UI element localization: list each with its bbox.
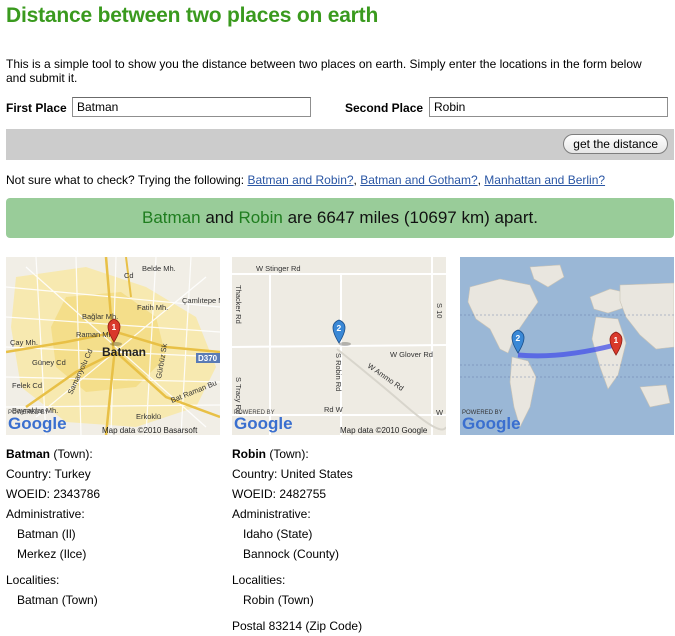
map3-marker-1-label: 1 <box>614 335 619 345</box>
map1-city-label: Batman <box>102 345 146 359</box>
map2-street-thacker: Thacker Rd <box>234 285 243 324</box>
map3-marker-2-label: 2 <box>516 333 521 343</box>
map2-attribution: Map data ©2010 Google <box>340 426 428 435</box>
map2-street-robin: S Robin Rd <box>334 353 343 391</box>
map2-google-logo[interactable]: Google <box>234 414 293 433</box>
submit-bar: get the distance <box>6 129 674 160</box>
result-place-b: Robin <box>238 208 283 227</box>
first-place-label: First Place <box>6 101 67 115</box>
map1-street-cay: Çay Mh. <box>10 338 38 347</box>
second-place-label: Second Place <box>345 101 424 115</box>
place1-admin-label: Administrative: <box>6 507 85 521</box>
map1-google-logo[interactable]: Google <box>8 414 67 433</box>
map2-street-glover: W Glover Rd <box>390 350 433 359</box>
get-distance-button[interactable]: get the distance <box>563 134 668 154</box>
map1-street-belde: Belde Mh. <box>142 264 176 273</box>
map3-google-logo[interactable]: Google <box>462 414 521 433</box>
second-place-input[interactable] <box>429 97 668 117</box>
map1-street-guney: Güney Cd <box>32 358 66 367</box>
map2-street-tracy: S Tracy Rd <box>234 377 243 414</box>
place1-woeid: WOEID: 2343786 <box>6 487 101 501</box>
map-robin[interactable]: W Stinger Rd Thacker Rd W Glover Rd S Ro… <box>232 257 446 435</box>
suggestions-prefix: Not sure what to check? Trying the follo… <box>6 173 245 187</box>
place1-type: (Town): <box>53 447 93 461</box>
place1-admin-item: Merkez (Ilce) <box>17 547 87 561</box>
map2-street-w: W <box>436 408 444 417</box>
first-place-input[interactable] <box>72 97 311 117</box>
suggestion-link-manhattan-berlin[interactable]: Manhattan and Berlin? <box>484 173 605 187</box>
result-place-a: Batman <box>142 208 201 227</box>
intro-text: This is a simple tool to show you the di… <box>6 57 642 85</box>
place2-admin-item: Bannock (County) <box>243 547 340 561</box>
map1-street-fatih: Fatih Mh. <box>137 303 168 312</box>
map2-street-rdw: Rd W <box>324 405 344 414</box>
place1-admin-item: Batman (Il) <box>17 527 76 541</box>
map-world[interactable]: 2 1 POWERED BY Google <box>460 257 674 435</box>
place2-info: Robin (Town): Country: United States WOE… <box>232 444 362 636</box>
place2-admin-item: Idaho (State) <box>243 527 313 541</box>
place2-type: (Town): <box>269 447 309 461</box>
place2-localities-label: Localities: <box>232 573 286 587</box>
result-banner: Batman and Robin are 6647 miles (10697 k… <box>6 198 674 238</box>
place1-country: Country: Turkey <box>6 467 91 481</box>
map-batman[interactable]: D370 Belde Mh. Bağlar Mh. Fatih Mh. Çaml… <box>6 257 220 435</box>
map1-street-felek: Felek Cd <box>12 381 42 390</box>
place1-name: Batman <box>6 447 51 461</box>
suggestion-link-batman-robin[interactable]: Batman and Robin? <box>247 173 353 187</box>
map1-street-camlitepe: Çamlıtepe Mh. <box>182 296 220 305</box>
map1-street-cd: Cd <box>124 271 134 280</box>
result-and: and <box>205 208 234 227</box>
place2-admin-label: Administrative: <box>232 507 311 521</box>
map1-street-erkoklu: Erkoklü <box>136 412 161 421</box>
map1-street-d370: D370 <box>198 354 218 363</box>
place2-country: Country: United States <box>232 467 353 481</box>
map2-street-s10: S 10 <box>435 303 444 318</box>
place2-name: Robin <box>232 447 266 461</box>
map2-street-stinger: W Stinger Rd <box>256 264 301 273</box>
map1-attribution: Map data ©2010 Basarsoft <box>102 426 198 435</box>
page-title: Distance between two places on earth <box>6 4 379 27</box>
place1-locality-item: Batman (Town) <box>17 593 98 607</box>
place2-locality-item: Robin (Town) <box>243 593 314 607</box>
place2-woeid: WOEID: 2482755 <box>232 487 327 501</box>
result-distance-text: are 6647 miles (10697 km) apart. <box>287 208 538 227</box>
place2-postal: Postal 83214 (Zip Code) <box>232 619 363 633</box>
place1-localities-label: Localities: <box>6 573 60 587</box>
place1-info: Batman (Town): Country: Turkey WOEID: 23… <box>6 444 100 610</box>
suggestion-link-batman-gotham[interactable]: Batman and Gotham? <box>360 173 477 187</box>
map2-marker-label: 2 <box>337 323 342 333</box>
map1-marker-label: 1 <box>112 322 117 332</box>
suggestions: Not sure what to check? Trying the follo… <box>6 173 606 187</box>
